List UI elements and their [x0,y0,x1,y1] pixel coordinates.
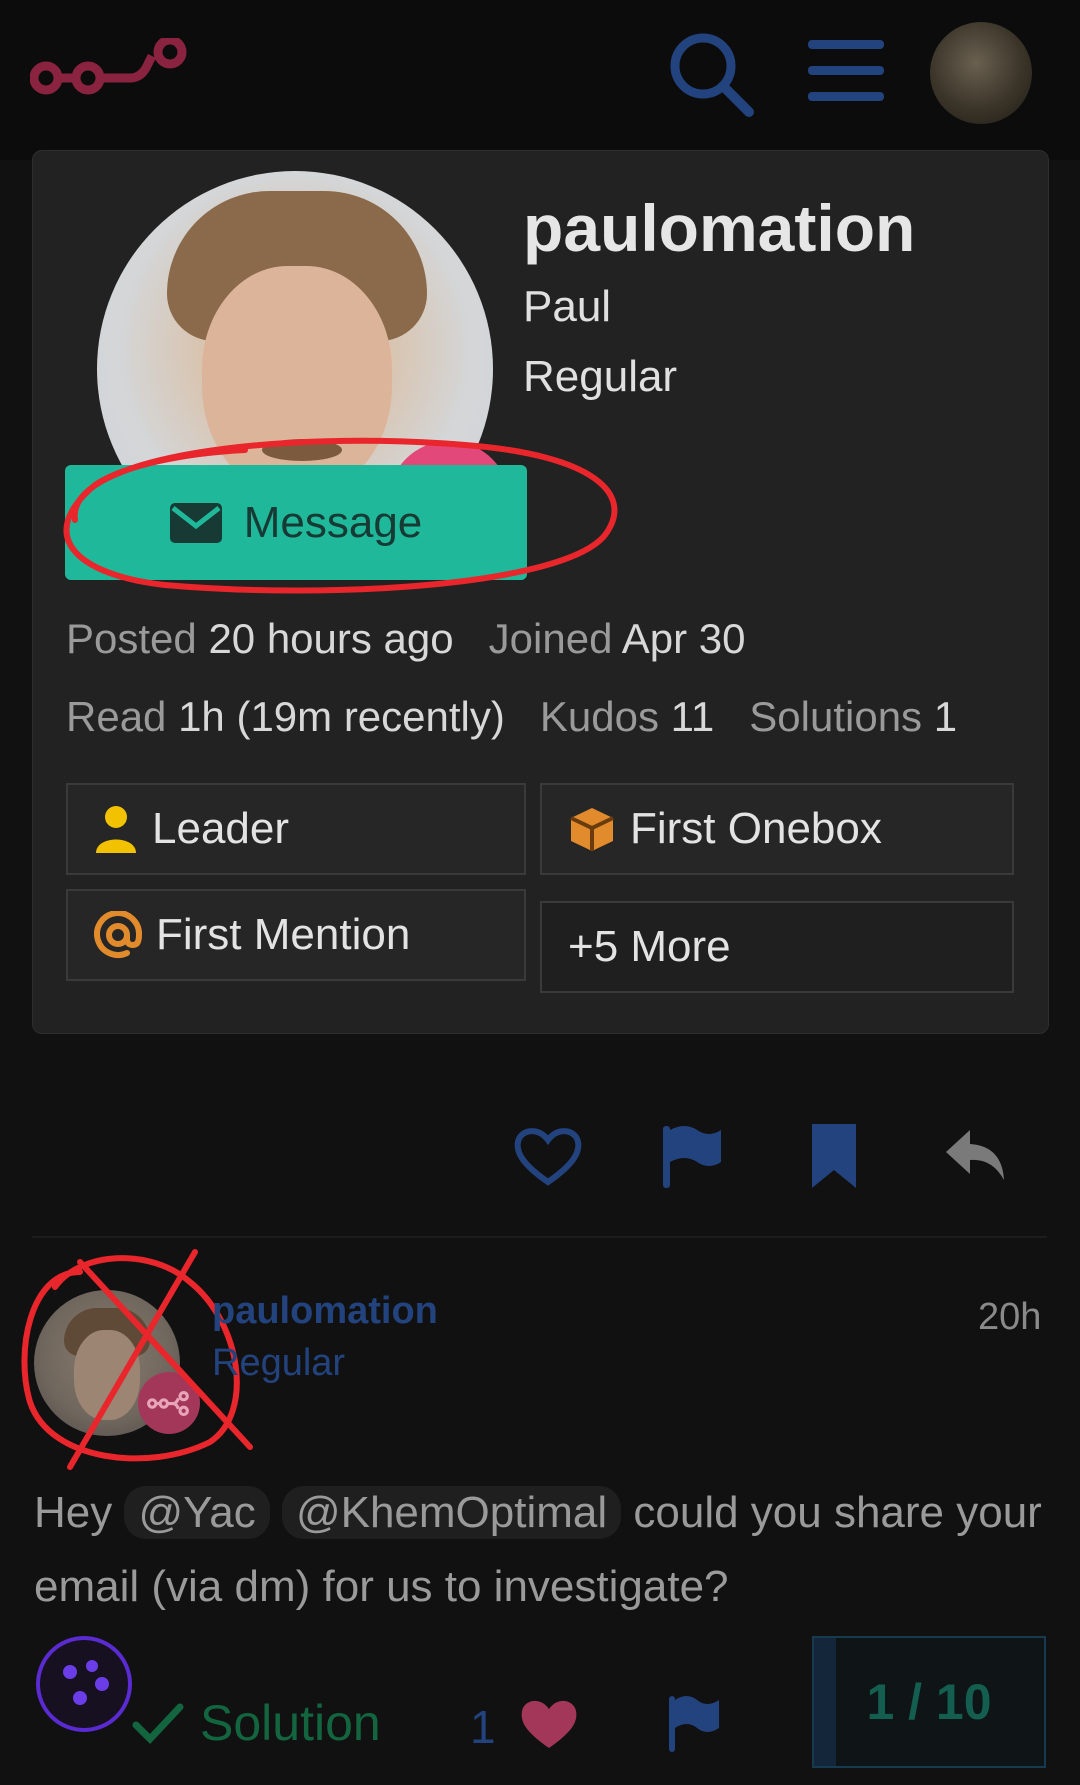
message-button[interactable]: Message [65,465,527,580]
kudos-value: 11 [670,693,715,740]
badge-label: Leader [152,804,290,853]
post-flair-badge [138,1372,200,1434]
heart-filled-icon[interactable] [518,1692,580,1754]
flag-icon[interactable] [665,1692,723,1754]
mention-link[interactable]: @Yac [124,1486,270,1539]
post-username[interactable]: paulomation [212,1290,438,1333]
message-button-label: Message [243,497,423,547]
solution-label: Solution [200,1695,381,1751]
palette-icon [63,1660,109,1705]
badge-label: +5 More [568,922,731,971]
topic-progress[interactable]: 1 / 10 [812,1636,1046,1768]
hamburger-menu-icon[interactable] [808,38,884,104]
at-icon [94,911,142,958]
joined-label: Joined [488,615,613,662]
top-header [0,0,1080,160]
mention-link[interactable]: @KhemOptimal [281,1486,622,1539]
n8n-flair-icon [147,1390,189,1417]
reply-icon[interactable] [940,1120,1012,1192]
like-count[interactable]: 1 [470,1700,496,1754]
progress-label: 1 / 10 [866,1674,992,1730]
post-user-title: Regular [212,1342,346,1384]
badge-leader[interactable]: Leader [66,783,526,875]
bookmark-icon[interactable] [798,1120,870,1192]
read-stats-line: Read 1h (19m recently) Kudos 11 Solution… [66,693,957,741]
current-user-avatar[interactable] [930,22,1032,124]
badge-label: First Mention [156,910,411,959]
solutions-label: Solutions [749,693,923,740]
post-divider [32,1236,1047,1238]
user-card-username[interactable]: paulomation [523,190,915,266]
posted-joined-line: Posted 20 hours ago Joined Apr 30 [66,615,746,663]
avatar-mustache [262,439,342,461]
avatar-face [74,1330,140,1420]
user-icon [96,806,136,853]
badge-first-onebox[interactable]: First Onebox [540,783,1014,875]
heart-icon[interactable] [512,1120,584,1192]
post-body-text: Hey [34,1488,113,1537]
solutions-value: 1 [933,693,958,740]
n8n-logo[interactable] [30,38,200,108]
posted-label: Posted [66,615,197,662]
posted-value: 20 hours ago [208,615,454,662]
post-body: Hey @Yac @KhemOptimal could you share yo… [34,1476,1044,1624]
user-card-name: Paul [523,282,612,331]
joined-value: Apr 30 [621,615,746,662]
avatar-face [202,266,392,496]
user-card-title: Regular [523,352,678,401]
search-icon[interactable] [665,28,755,118]
badge-more[interactable]: +5 More [540,901,1014,993]
progress-fill [814,1638,836,1766]
post-timestamp[interactable]: 20h [978,1296,1041,1339]
kudos-label: Kudos [539,693,659,740]
checkmark-icon [132,1703,184,1745]
read-value: 1h (19m recently) [178,693,505,740]
envelope-icon [169,502,222,543]
badge-first-mention[interactable]: First Mention [66,889,526,981]
chat-fab-button[interactable] [36,1636,132,1732]
read-label: Read [66,693,167,740]
flag-icon[interactable] [655,1120,727,1192]
cube-icon [570,808,614,851]
badge-label: First Onebox [630,804,882,853]
solution-button[interactable]: Solution [132,1694,381,1752]
